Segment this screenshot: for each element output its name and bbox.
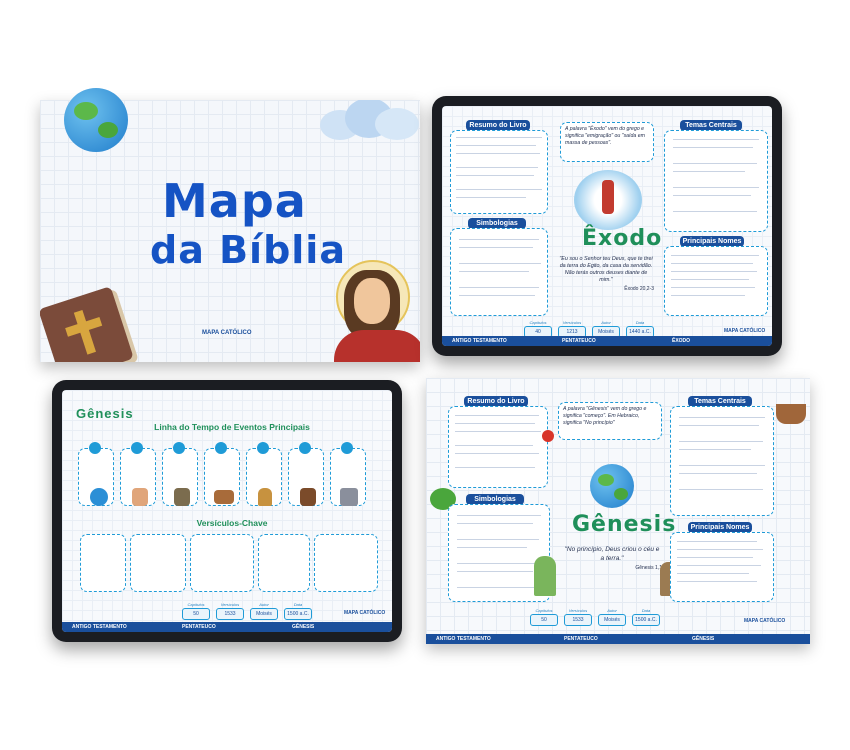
genesis-intro-text: A palavra "Gênesis" vem do grego e signi… <box>563 406 647 426</box>
adam-eve-illustration <box>534 556 556 596</box>
key-verse-box <box>314 534 378 592</box>
genesis-nomes-box <box>670 532 774 602</box>
genesis-timeline-screen: Gênesis Linha do Tempo de Eventos Princi… <box>62 390 392 632</box>
moses-sea-illustration <box>574 170 642 230</box>
timeline-heading: Linha do Tempo de Eventos Principais <box>154 422 310 432</box>
cover-title-line2: da Bíblia <box>150 228 346 272</box>
exodo-verse-text: "Eu sou o Senhor teu Deus, que te tirei … <box>559 256 653 283</box>
genesis-map-fact: Data 1500 a.C. <box>632 608 660 626</box>
key-verse-box <box>80 534 126 592</box>
genesis-verse-box: "No princípio, Deus criou o céu e a terr… <box>562 546 662 571</box>
genesis-timeline-facts: Capítulos 50 Versículos 1533 Autor Moisés D… <box>182 602 312 620</box>
genesis-timeline-fact: Capítulos 50 <box>182 602 210 620</box>
cloud-illustration <box>310 100 420 142</box>
cover-brand: MAPA CATÓLICO <box>202 330 252 336</box>
genesis-temas-box <box>670 406 774 516</box>
genesis-map-sheet: Resumo do Livro A palavra "Gênesis" vem … <box>426 378 810 644</box>
key-verse-box <box>258 534 310 592</box>
key-verse-box <box>130 534 186 592</box>
exodo-screen: Resumo do Livro A palavra "Êxodo" vem do… <box>442 106 772 346</box>
exodo-resumo-box <box>450 130 548 214</box>
genesis-map-brand: MAPA CATÓLICO <box>744 618 786 624</box>
exodo-verse-box: "Eu sou o Senhor teu Deus, que te tirei … <box>558 256 654 302</box>
exodo-temas-box <box>664 130 768 232</box>
genesis-timeline-fact: Data 1500 a.C. <box>284 602 312 620</box>
ark-icon <box>776 404 806 424</box>
timeline-illustrations <box>86 486 376 508</box>
genesis-timeline-tablet: Gênesis Linha do Tempo de Eventos Princi… <box>52 380 402 642</box>
exodo-intro-text: A palavra "Êxodo" vem do grego e signifi… <box>565 126 645 146</box>
chave-heading: Versículos-Chave <box>196 518 268 528</box>
exodo-tablet: Resumo do Livro A palavra "Êxodo" vem do… <box>432 96 782 356</box>
genesis-verse-text: "No princípio, Deus criou o céu e a terr… <box>564 546 660 562</box>
genesis-verse-ref: Gênesis 1,1 <box>635 565 662 571</box>
genesis-map-fact: Autor Moisés <box>598 608 626 626</box>
genesis-timeline-fact: Autor Moisés <box>250 602 278 620</box>
genesis-timeline-title: Gênesis <box>76 406 134 421</box>
genesis-timeline-footer: ANTIGO TESTAMENTO PENTATEUCO GÊNESIS <box>62 622 392 632</box>
genesis-map-title: Gênesis <box>572 512 677 537</box>
genesis-map-facts: Capítulos 50 Versículos 1533 Autor Moisés D… <box>530 608 660 626</box>
exodo-footer: ANTIGO TESTAMENTO PENTATEUCO ÊXODO <box>442 336 772 346</box>
genesis-resumo-box <box>448 406 548 488</box>
genesis-timeline-brand: MAPA CATÓLICO <box>344 610 386 616</box>
genesis-globe-icon <box>590 464 634 508</box>
cover-title-line1: Mapa <box>162 174 307 228</box>
exodo-nomes-box <box>664 246 768 316</box>
globe-icon <box>64 88 128 152</box>
exodo-verse-ref: Êxodo 20,2-3 <box>624 286 654 292</box>
genesis-timeline-fact: Versículos 1533 <box>216 602 244 620</box>
exodo-simbologias-box <box>450 228 548 316</box>
exodo-title: Êxodo <box>582 226 663 251</box>
key-verse-box <box>190 534 254 592</box>
exodo-intro-box: A palavra "Êxodo" vem do grego e signifi… <box>560 122 654 162</box>
genesis-map-fact: Versículos 1533 <box>564 608 592 626</box>
apple-icon <box>542 430 554 442</box>
bible-book-illustration <box>40 286 134 362</box>
jesus-illustration <box>334 260 420 362</box>
genesis-intro-box: A palavra "Gênesis" vem do grego e signi… <box>558 402 662 440</box>
genesis-map-fact: Capítulos 50 <box>530 608 558 626</box>
genesis-map-footer: ANTIGO TESTAMENTO PENTATEUCO GÊNESIS <box>426 634 810 644</box>
exodo-brand: MAPA CATÓLICO <box>724 328 766 334</box>
